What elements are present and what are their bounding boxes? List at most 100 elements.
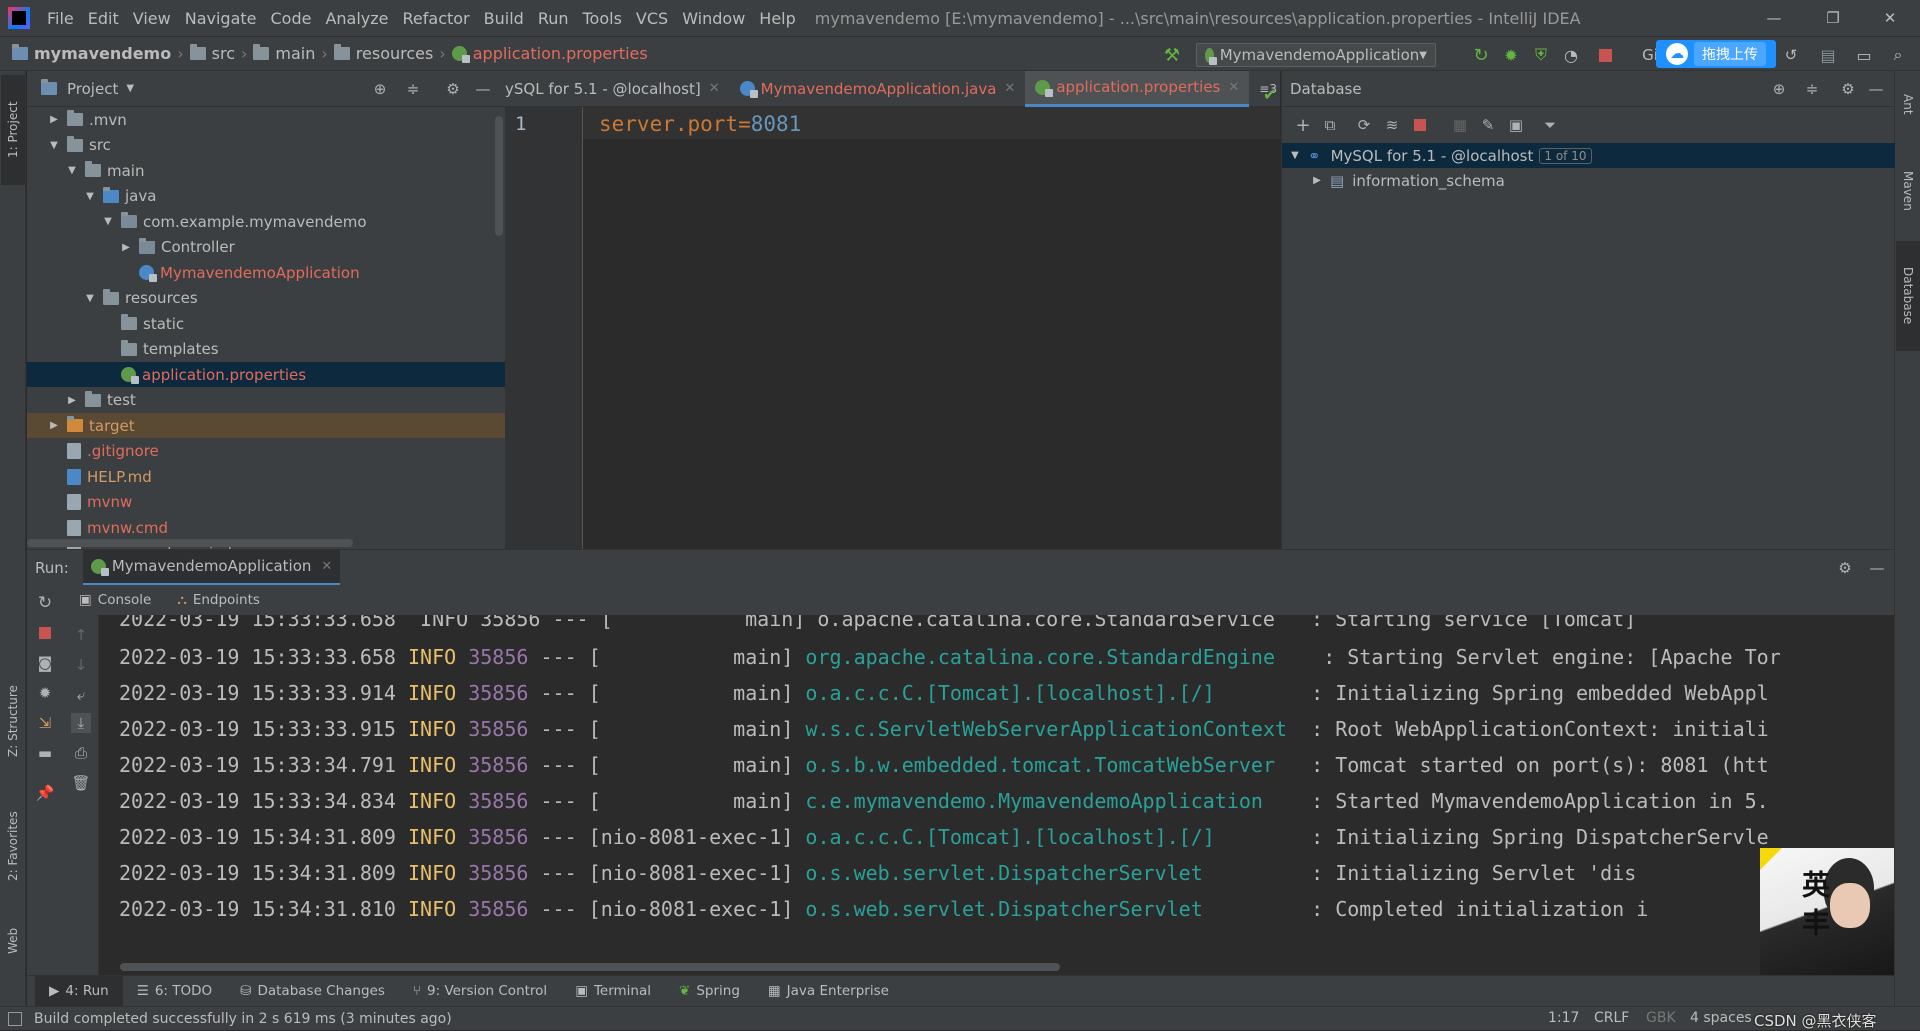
rerun-icon[interactable]: ↻ — [1470, 43, 1492, 67]
tool-tab-java-enterprise[interactable]: ▦ Java Enterprise — [754, 976, 903, 1007]
scroll-up-icon[interactable]: ↑ — [71, 625, 91, 645]
console-output[interactable]: 2022-03-19 15:33:33.658 INFO 35856 --- [… — [100, 615, 1894, 975]
breadcrumb-resources[interactable]: resources — [356, 44, 434, 63]
table-icon[interactable]: ▦ — [1450, 115, 1470, 135]
minimize-button[interactable]: — — [1746, 0, 1802, 36]
console-icon[interactable]: ▣ — [1506, 115, 1526, 135]
collapse-arrow-icon[interactable]: ▼ — [83, 293, 97, 304]
project-structure-icon[interactable]: ▤ — [1816, 43, 1840, 67]
collapse-all-icon[interactable]: ≑ — [1802, 79, 1822, 99]
console-hscrollbar[interactable] — [120, 963, 1060, 971]
db-tree-item[interactable]: ▶ ▤ information_schema — [1282, 168, 1895, 193]
trash-icon[interactable]: 🗑 — [71, 773, 91, 793]
tab-database[interactable]: Database — [1896, 241, 1920, 351]
expand-arrow-icon[interactable]: ▼ — [1288, 150, 1302, 161]
tree-row[interactable]: ▶ Controller — [27, 235, 505, 260]
stop-icon[interactable] — [1594, 43, 1616, 67]
tree-row[interactable]: ▼ com.example.mymavendemo — [27, 209, 505, 234]
collapse-arrow-icon[interactable]: ▼ — [101, 216, 115, 227]
layout-icon[interactable]: ▭ — [1852, 43, 1876, 67]
print-icon[interactable]: ⎙ — [71, 743, 91, 763]
caret-position[interactable]: 1:17 — [1548, 1010, 1579, 1026]
stop-icon[interactable] — [35, 623, 55, 643]
tree-row[interactable]: HELP.md — [27, 464, 505, 489]
tree-row[interactable]: ▶ test — [27, 388, 505, 413]
restore-layout-icon[interactable]: ⇲ — [35, 713, 55, 733]
profile-icon[interactable]: ◔ — [1560, 43, 1582, 67]
schema-icon[interactable]: ≋ — [1382, 115, 1402, 135]
tree-row[interactable]: ▼ resources — [27, 286, 505, 311]
rerun-icon[interactable]: ↻ — [35, 593, 55, 613]
menu-window[interactable]: Window — [675, 9, 752, 28]
edit-icon[interactable]: ✎ — [1478, 115, 1498, 135]
tool-tab-terminal[interactable]: ▣ Terminal — [561, 976, 665, 1007]
tree-row[interactable]: .gitignore — [27, 439, 505, 464]
hide-icon[interactable]: — — [473, 79, 493, 99]
tab-application-java[interactable]: MymavendemoApplication.java ✕ — [730, 71, 1026, 107]
tree-row[interactable]: ▼ main — [27, 158, 505, 183]
close-tab-icon[interactable]: ✕ — [1228, 80, 1239, 95]
pin-icon[interactable]: 📌 — [35, 783, 55, 803]
stop-icon[interactable] — [1410, 115, 1430, 135]
menu-edit[interactable]: Edit — [81, 9, 126, 28]
close-tab-icon[interactable]: ✕ — [709, 81, 720, 96]
tree-row[interactable]: application.properties — [27, 362, 505, 387]
indent-setting[interactable]: 4 spaces — [1690, 1010, 1752, 1026]
menu-run[interactable]: Run — [531, 9, 576, 28]
expand-arrow-icon[interactable]: ▶ — [1310, 175, 1324, 186]
expand-arrow-icon[interactable]: ▶ — [47, 420, 61, 431]
breadcrumb-file[interactable]: application.properties — [473, 44, 648, 63]
tab-web[interactable]: Web — [1, 911, 25, 971]
tool-windows-toggle-icon[interactable] — [8, 1011, 22, 1026]
code-line[interactable]: server.port=8081 — [599, 112, 801, 136]
filter-icon[interactable]: ⏷ — [1540, 115, 1560, 135]
menu-vcs[interactable]: VCS — [629, 9, 675, 28]
collapse-all-icon[interactable]: ≑ — [403, 79, 423, 99]
db-tree-root[interactable]: ▼ ⚭ MySQL for 5.1 - @localhost 1 of 10 — [1282, 143, 1895, 168]
camera-icon[interactable]: ◙ — [35, 653, 55, 673]
tab-application-properties[interactable]: application.properties ✕ — [1025, 70, 1250, 107]
locate-icon[interactable]: ⊕ — [1769, 79, 1789, 99]
gear-icon[interactable]: ⚙ — [443, 79, 463, 99]
tree-row[interactable]: templates — [27, 337, 505, 362]
chevron-down-icon[interactable]: ▼ — [126, 83, 134, 94]
tab-mysql-console[interactable]: ySQL for 5.1 - @localhost] ✕ — [505, 71, 730, 107]
breadcrumb-project[interactable]: mymavendemo — [34, 44, 171, 63]
upload-widget[interactable]: ☁ 拖拽上传 — [1656, 40, 1776, 68]
menu-build[interactable]: Build — [477, 9, 531, 28]
tree-row[interactable]: mvnw.cmd — [27, 515, 505, 540]
line-separator[interactable]: CRLF — [1594, 1010, 1629, 1026]
menu-file[interactable]: File — [40, 9, 81, 28]
tool-tab-run[interactable]: ▶ 4: Run — [35, 975, 123, 1007]
run-config-tab[interactable]: MymavendemoApplication ✕ — [82, 549, 341, 586]
menu-analyze[interactable]: Analyze — [318, 9, 395, 28]
collapse-arrow-icon[interactable]: ▼ — [83, 191, 97, 202]
tab-structure[interactable]: Z: Structure — [1, 671, 25, 771]
tool-tab-version-control[interactable]: ⑂ 9: Version Control — [399, 976, 561, 1007]
menu-navigate[interactable]: Navigate — [178, 9, 264, 28]
gear-icon[interactable]: ⚙ — [1835, 558, 1855, 578]
tab-maven[interactable]: Maven — [1896, 151, 1920, 231]
close-tab-icon[interactable]: ✕ — [321, 559, 332, 574]
tree-row[interactable]: mvnw — [27, 490, 505, 515]
tab-project[interactable]: 1: Project — [1, 75, 25, 185]
restore-button[interactable]: ❐ — [1805, 0, 1861, 36]
tree-row[interactable]: ▼ src — [27, 133, 505, 158]
search-everywhere-icon[interactable]: ⌕ — [1886, 43, 1910, 67]
soft-wrap-icon[interactable]: ⤶ — [71, 685, 91, 705]
debug-icon[interactable]: ✹ — [35, 683, 55, 703]
run-config-selector[interactable]: MymavendemoApplication ▼ — [1196, 43, 1436, 67]
tree-row[interactable]: static — [27, 311, 505, 336]
refresh-icon[interactable]: ⟳ — [1354, 115, 1374, 135]
menu-code[interactable]: Code — [264, 9, 319, 28]
tool-tab-todo[interactable]: ☰ 6: TODO — [123, 976, 226, 1007]
endpoints-tab[interactable]: ⛬ Endpoints — [177, 592, 260, 608]
schema-count-badge[interactable]: 1 of 10 — [1539, 147, 1592, 164]
tool-tab-database-changes[interactable]: ⛁ Database Changes — [226, 976, 399, 1007]
tree-row[interactable]: ▶ target — [27, 413, 505, 438]
hide-icon[interactable]: — — [1867, 558, 1887, 578]
expand-arrow-icon[interactable]: ▶ — [119, 242, 133, 253]
expand-arrow-icon[interactable]: ▶ — [65, 395, 79, 406]
breadcrumb-main[interactable]: main — [275, 44, 315, 63]
inspection-ok-icon[interactable]: ✔ — [1263, 85, 1276, 104]
